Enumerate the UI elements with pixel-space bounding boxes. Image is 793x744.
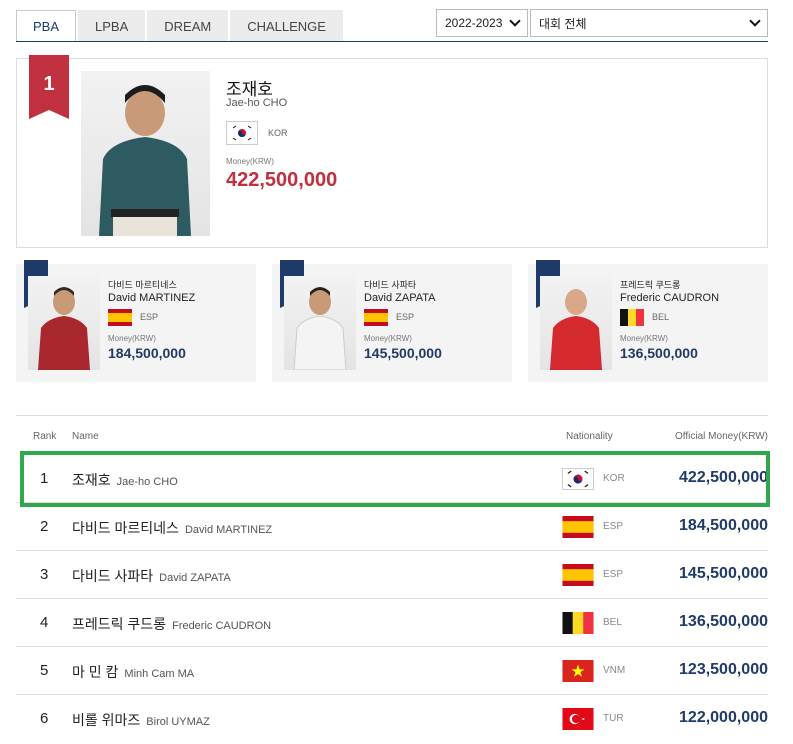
player-silhouette-icon — [99, 85, 191, 236]
row-country: ESP — [603, 569, 624, 580]
country-code: KOR — [268, 128, 288, 138]
header-rank: Rank — [33, 431, 57, 442]
prize-money: 184,500,000 — [108, 345, 186, 361]
country-code: BEL — [652, 312, 670, 322]
player-silhouette-icon — [550, 289, 602, 370]
header-nationality: Nationality — [566, 431, 613, 442]
player-silhouette-icon — [38, 287, 90, 370]
table-row[interactable]: 4 프레드릭 쿠드롱 Frederic CAUDRON BEL 136,500,0… — [16, 599, 768, 647]
player-name-ko: 프레드릭 쿠드롱 — [620, 280, 681, 290]
row-money: 145,500,000 — [679, 565, 768, 582]
row-name: 조재호 Jae-ho CHO — [72, 472, 178, 488]
header-name: Name — [72, 431, 99, 442]
country-code: ESP — [140, 312, 159, 322]
row-country: KOR — [603, 473, 625, 484]
season-select-value: 2022-2023 — [445, 16, 503, 30]
row-name: 비롤 위마즈 Birol UYMAZ — [72, 712, 210, 728]
chevron-down-icon — [749, 15, 761, 27]
row-rank: 4 — [40, 614, 49, 631]
player-name-ko: 다비드 사파타 — [364, 280, 417, 290]
player-photo — [28, 276, 100, 370]
player-name-ko: 다비드 마르티네스 — [108, 280, 177, 290]
runner-card-4[interactable]: 4 프레드릭 쿠드롱 Frederic CAUDRON BEL Money(KR… — [528, 260, 768, 382]
player-photo — [81, 71, 210, 236]
row-name: 프레드릭 쿠드롱 Frederic CAUDRON — [72, 616, 272, 632]
row-name: 다비드 사파타 David ZAPATA — [72, 568, 231, 584]
korea-flag-icon — [562, 468, 594, 490]
money-label: Money(KRW) — [226, 157, 274, 166]
table-row[interactable]: 5 마 민 캄 Minh Cam MA VNM 123,500,000 — [16, 647, 768, 695]
row-rank: 6 — [40, 710, 49, 727]
belgium-flag-icon — [620, 309, 644, 326]
country-code: ESP — [396, 312, 415, 322]
row-money: 123,500,000 — [679, 661, 768, 678]
tab-lpba[interactable]: LPBA — [78, 10, 146, 42]
money-label: Money(KRW) — [364, 334, 412, 343]
player-name-en: David MARTINEZ — [108, 292, 196, 304]
row-rank: 1 — [40, 470, 49, 487]
player-photo — [540, 276, 612, 370]
category-tabs: PBA LPBA DREAM CHALLENGE — [16, 10, 343, 42]
player-silhouette-icon — [293, 287, 347, 370]
turkey-flag-icon — [562, 708, 594, 730]
row-money: 422,500,000 — [679, 469, 768, 486]
row-name: 다비드 마르티네스 David MARTINEZ — [72, 520, 273, 536]
row-country: ESP — [603, 521, 624, 532]
row-name: 마 민 캄 Minh Cam MA — [72, 664, 195, 680]
prize-money: 136,500,000 — [620, 345, 698, 361]
season-select[interactable]: 2022-2023 — [436, 9, 528, 37]
tab-divider — [16, 41, 768, 42]
table-row[interactable]: 2 다비드 마르티네스 David MARTINEZ ESP 184,500,00… — [16, 503, 768, 551]
spain-flag-icon — [562, 564, 594, 586]
player-name-en: Frederic CAUDRON — [620, 292, 720, 304]
belgium-flag-icon — [562, 612, 594, 634]
prize-money: 145,500,000 — [364, 345, 442, 361]
spain-flag-icon — [364, 309, 388, 326]
player-photo — [284, 276, 356, 370]
row-money: 122,000,000 — [679, 709, 768, 726]
ranking-table-header: Rank Name Nationality Official Money(KRW… — [16, 415, 768, 455]
vietnam-flag-icon — [562, 660, 594, 682]
spain-flag-icon — [108, 309, 132, 326]
runner-card-2[interactable]: 2 다비드 마르티네스 David MARTINEZ ESP Money(KRW… — [16, 260, 256, 382]
table-row[interactable]: 3 다비드 사파타 David ZAPATA ESP 145,500,000 — [16, 551, 768, 599]
rank-ribbon: 1 — [29, 55, 69, 119]
runner-card-3[interactable]: 3 다비드 사파타 David ZAPATA ESP Money(KRW) 14… — [272, 260, 512, 382]
prize-money: 422,500,000 — [226, 169, 338, 191]
row-country: BEL — [603, 617, 622, 628]
row-country: TUR — [603, 713, 624, 724]
event-select[interactable]: 대회 전체 — [530, 9, 768, 37]
tab-dream[interactable]: DREAM — [147, 10, 229, 42]
money-label: Money(KRW) — [620, 334, 668, 343]
korea-flag-icon — [226, 121, 258, 145]
player-name-en: Jae-ho CHO — [226, 97, 288, 109]
row-rank: 3 — [40, 566, 49, 583]
tab-challenge[interactable]: CHALLENGE — [230, 10, 343, 42]
tab-pba[interactable]: PBA — [16, 10, 77, 42]
row-money: 184,500,000 — [679, 517, 768, 534]
row-rank: 5 — [40, 662, 49, 679]
spain-flag-icon — [562, 516, 594, 538]
player-name-en: David ZAPATA — [364, 292, 436, 304]
champion-card[interactable]: 1 조재호 Jae-ho CHO KOR Money(KRW) 422,500,… — [16, 55, 768, 248]
chevron-down-icon — [509, 15, 521, 27]
table-row[interactable]: 1 조재호 Jae-ho CHO KOR 422,500,000 — [16, 455, 768, 503]
row-rank: 2 — [40, 518, 49, 535]
event-select-value: 대회 전체 — [539, 16, 587, 31]
money-label: Money(KRW) — [108, 334, 156, 343]
row-country: VNM — [603, 665, 626, 676]
row-money: 136,500,000 — [679, 613, 768, 630]
table-row[interactable]: 6 비롤 위마즈 Birol UYMAZ TUR 122,000,000 — [16, 695, 768, 743]
header-money: Official Money(KRW) — [675, 431, 768, 442]
